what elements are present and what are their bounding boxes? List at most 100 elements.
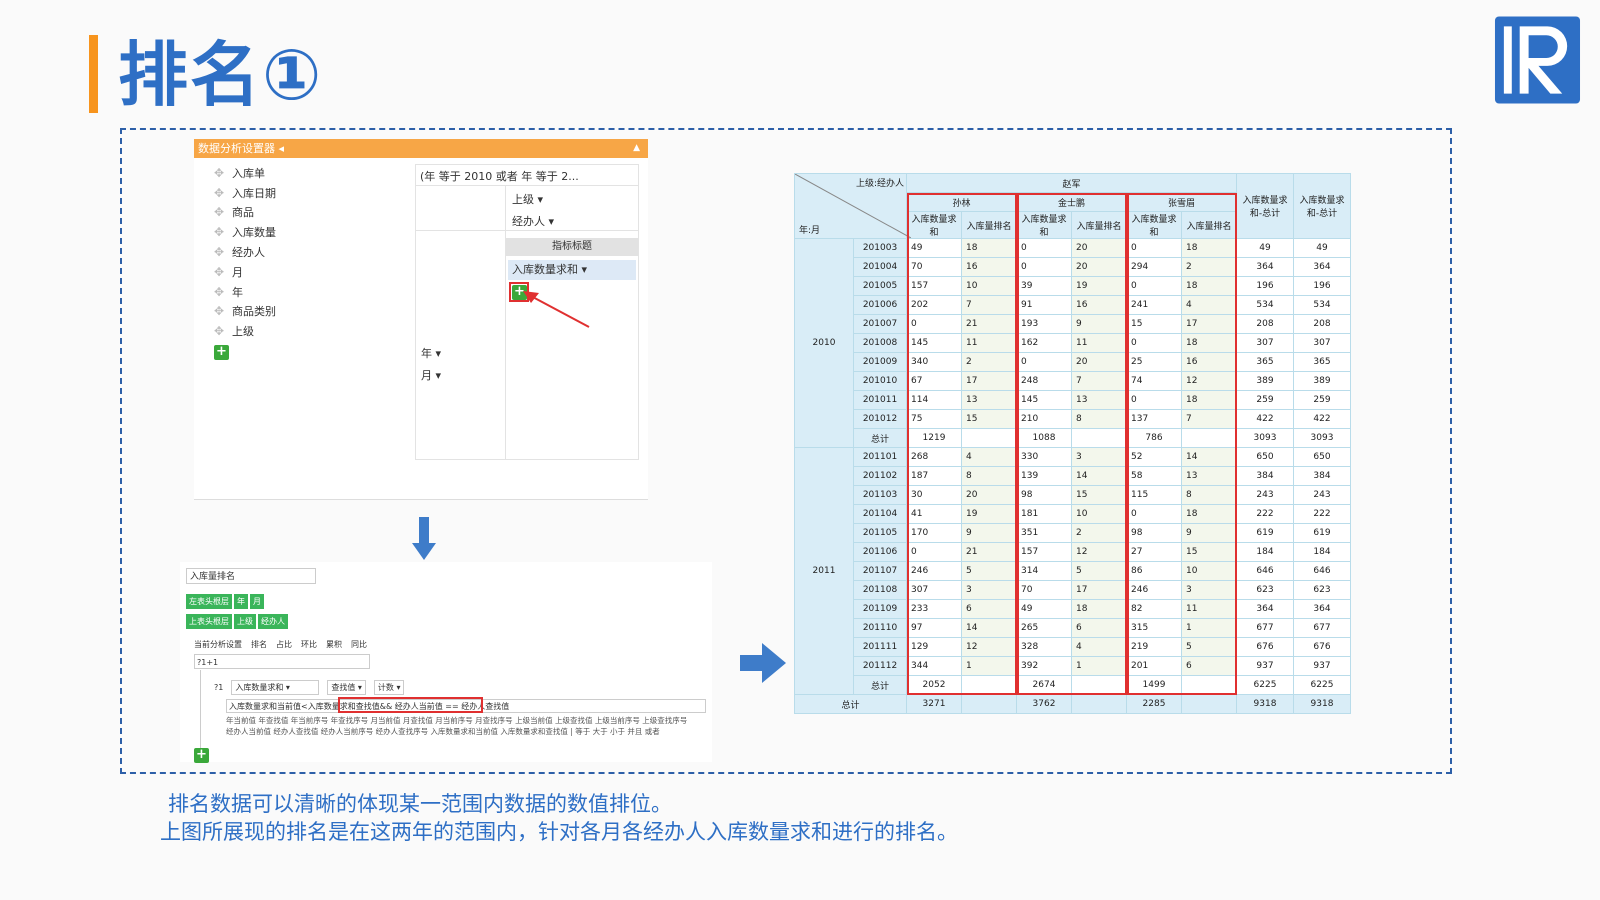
- row-dim-month[interactable]: 月 ▾: [421, 367, 441, 383]
- corner-bottom-label: 年:月: [799, 226, 821, 236]
- field-item[interactable]: ✥ 入库单: [214, 163, 276, 183]
- tag-supervisor[interactable]: 上级: [234, 614, 256, 629]
- value-cell: 389: [1236, 371, 1294, 391]
- rank-tab[interactable]: 当前分析设置: [194, 639, 242, 650]
- rank-tabs: 当前分析设置 排名 占比 环比 累积 同比: [194, 639, 367, 650]
- value-cell: 646: [1293, 561, 1351, 581]
- value-cell: 208: [1293, 314, 1351, 334]
- value-cell: 222: [1293, 504, 1351, 524]
- value-cell: 646: [1236, 561, 1294, 581]
- month-cell: 201111: [853, 637, 907, 657]
- col-dim-supervisor[interactable]: 上级 ▾: [512, 191, 543, 207]
- value-cell: 364: [1236, 257, 1294, 277]
- value-cell: 49: [1236, 238, 1294, 258]
- measure-select[interactable]: 入库数量求和 ▾: [231, 680, 320, 695]
- field-item[interactable]: ✥ 年: [214, 282, 276, 302]
- col-dim-handler[interactable]: 经办人 ▾: [512, 213, 554, 229]
- field-label: 月: [232, 265, 243, 279]
- value-cell: 937: [1293, 656, 1351, 676]
- value-cell: 384: [1236, 466, 1294, 486]
- value-cell: 937: [1236, 656, 1294, 676]
- lookup-select[interactable]: 查找值 ▾: [327, 680, 366, 695]
- subtotal-label: 总计: [853, 428, 907, 448]
- rank-name-input[interactable]: 入库量排名: [186, 568, 316, 584]
- add-field-button[interactable]: +: [214, 345, 229, 361]
- metric-select[interactable]: 入库数量求和 ▾: [508, 260, 636, 280]
- field-item[interactable]: ✥ 月: [214, 262, 276, 282]
- month-cell: 201006: [853, 295, 907, 315]
- caption-line-1: 排名数据可以清晰的体现某一范围内数据的数值排位。: [168, 792, 672, 816]
- rank-formula-input[interactable]: ?1+1: [194, 654, 370, 669]
- drag-handle-icon: ✥: [214, 324, 225, 339]
- month-cell: 201005: [853, 276, 907, 296]
- subtotal-cell: 6225: [1236, 675, 1294, 695]
- month-cell: 201102: [853, 466, 907, 486]
- handler-highlight-2: [1016, 192, 1127, 695]
- value-cell: 650: [1293, 447, 1351, 467]
- value-cell: 184: [1293, 542, 1351, 562]
- value-cell: 619: [1236, 523, 1294, 543]
- drag-handle-icon: ✥: [214, 205, 225, 220]
- value-cell: 49: [1293, 238, 1351, 258]
- expression-highlight: [338, 697, 483, 713]
- value-cell: 623: [1236, 580, 1294, 600]
- field-item[interactable]: ✥ 入库数量: [214, 222, 276, 242]
- value-cell: 534: [1293, 295, 1351, 315]
- field-item[interactable]: ✥ 商品类别: [214, 302, 276, 322]
- tag-handler[interactable]: 经办人: [258, 614, 288, 629]
- month-cell: 201012: [853, 409, 907, 429]
- value-cell: 422: [1236, 409, 1294, 429]
- top-header-label[interactable]: 上表头根层: [186, 614, 232, 629]
- analysis-designer-panel: 数据分析设置器 ◂ ▲ ✥ 入库单 ✥ 入库日期 ✥ 商品 ✥ 入库数量 ✥ 经办人 ✥ 月 ✥ 年 ✥ 商品…: [194, 139, 648, 500]
- field-label: 年: [232, 285, 243, 299]
- field-label: 入库数量: [232, 226, 276, 240]
- rank-condition-row: ?1 入库数量求和 ▾ 查找值 ▾ 计数 ▾: [214, 680, 405, 695]
- left-header-label[interactable]: 左表头根层: [186, 594, 232, 609]
- rank-tab[interactable]: 累积: [326, 639, 342, 650]
- drag-handle-icon: ✥: [214, 185, 225, 200]
- rank-tab[interactable]: 环比: [301, 639, 317, 650]
- field-item[interactable]: ✥ 上级: [214, 321, 276, 341]
- total-col-header: 入库数量求和-总计: [1293, 173, 1351, 239]
- value-cell: 650: [1236, 447, 1294, 467]
- rank-tab[interactable]: 排名: [251, 639, 267, 650]
- caption-line-2: 上图所展现的排名是在这两年的范围内，针对各月各经办人入库数量求和进行的排名。: [160, 820, 958, 844]
- month-cell: 201008: [853, 333, 907, 353]
- grand-total-cell: [1071, 694, 1127, 714]
- row-dim-year[interactable]: 年 ▾: [421, 345, 441, 361]
- grand-total-cell: 2285: [1126, 694, 1182, 714]
- year-cell: 2010: [794, 238, 854, 448]
- add-condition-button[interactable]: +: [194, 748, 209, 763]
- rank-help-tokens[interactable]: 年当前值 年查找值 年当前序号 年查找序号 月当前值 月查找值 月当前序号 月查…: [226, 715, 696, 737]
- month-cell: 201103: [853, 485, 907, 505]
- field-label: 上级: [232, 325, 254, 339]
- value-cell: 208: [1236, 314, 1294, 334]
- field-item[interactable]: ✥ 经办人: [214, 242, 276, 262]
- total-col-header: 入库数量求和-总计: [1236, 173, 1294, 239]
- year-cell: 2011: [794, 447, 854, 695]
- value-cell: 196: [1236, 276, 1294, 296]
- right-arrow-icon: [740, 643, 786, 683]
- handler-highlight-3: [1126, 192, 1237, 695]
- field-item[interactable]: ✥ 入库日期: [214, 183, 276, 203]
- rank-tab[interactable]: 同比: [351, 639, 367, 650]
- field-label: 经办人: [232, 246, 265, 260]
- grand-total-cell: [1181, 694, 1237, 714]
- count-select[interactable]: 计数 ▾: [373, 680, 405, 695]
- tag-month[interactable]: 月: [250, 594, 264, 609]
- tag-year[interactable]: 年: [234, 594, 248, 609]
- collapse-icon[interactable]: ▲: [633, 139, 640, 158]
- row-prefix: ?1: [214, 683, 224, 692]
- rank-tab[interactable]: 占比: [276, 639, 292, 650]
- subtotal-cell: 3093: [1236, 428, 1294, 448]
- value-cell: 365: [1293, 352, 1351, 372]
- field-item[interactable]: ✥ 商品: [214, 203, 276, 223]
- brand-logo-icon: [1494, 16, 1581, 104]
- month-cell: 201110: [853, 618, 907, 638]
- field-label: 商品: [232, 206, 254, 220]
- top-header-tags: 上表头根层 上级 经办人: [186, 614, 288, 629]
- value-cell: 619: [1293, 523, 1351, 543]
- filter-expression[interactable]: (年 等于 2010 或者 年 等于 2...: [420, 168, 579, 184]
- title-accent-bar: [89, 35, 98, 113]
- field-label: 入库日期: [232, 186, 276, 200]
